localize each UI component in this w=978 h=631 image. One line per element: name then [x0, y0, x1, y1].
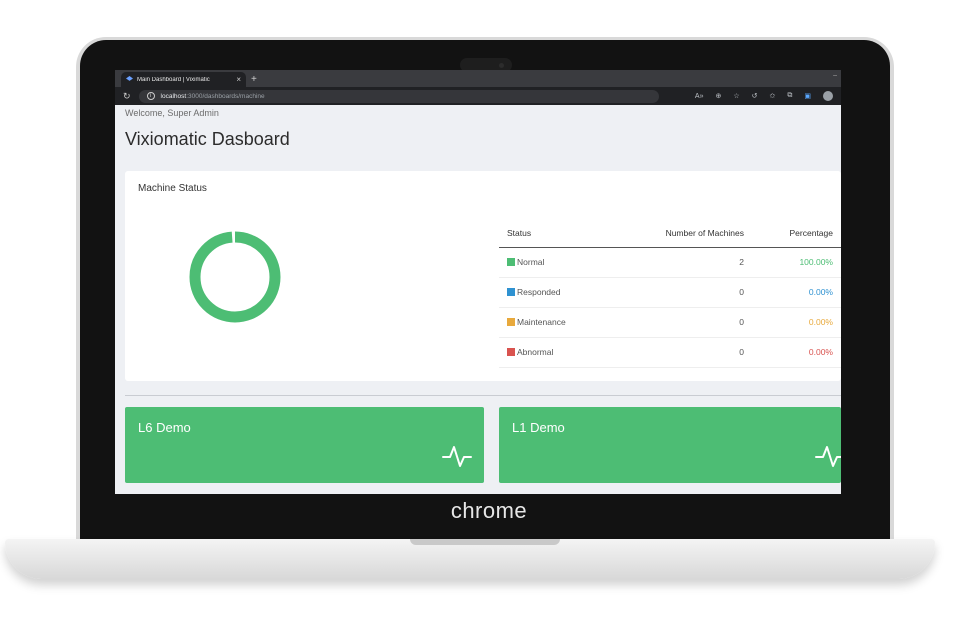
webcam-lens	[499, 63, 504, 68]
read-aloud-icon[interactable]: A»	[695, 93, 704, 100]
status-swatch	[507, 288, 515, 296]
line-name: L6 Demo	[138, 420, 191, 435]
status-label: Responded	[517, 287, 561, 297]
machine-status-table: Status Number of Machines Percentage Nor…	[499, 219, 841, 368]
line-card-l1-demo[interactable]: L1 Demo	[499, 407, 841, 483]
activity-icon	[442, 446, 472, 467]
reload-icon[interactable]: ↻	[123, 91, 131, 102]
machine-count: 0	[610, 307, 752, 338]
status-swatch	[507, 258, 515, 266]
laptop-screen: Main Dashboard | Viximatic × + – ↻ i loc…	[115, 70, 841, 494]
machine-status-card: Machine Status Status Number of Machines…	[125, 171, 841, 381]
table-row: Responded 0 0.00%	[499, 277, 841, 308]
status-label: Normal	[517, 257, 545, 267]
machine-count: 0	[610, 337, 752, 368]
url-host: localhost	[160, 92, 187, 100]
status-label: Maintenance	[517, 317, 566, 327]
site-favicon-icon	[126, 76, 133, 81]
collections-icon[interactable]: ⧉	[787, 92, 792, 100]
line-card-l6-demo[interactable]: L6 Demo	[125, 407, 484, 483]
column-header: Percentage	[751, 219, 841, 248]
percentage: 0.00%	[751, 277, 841, 308]
status-label: Abnormal	[517, 347, 554, 357]
toolbar-icons: A» ⊕ ☆ ↺ ✩ ⧉ ▣	[695, 91, 833, 101]
percentage: 100.00%	[751, 247, 841, 278]
welcome-text: Welcome, Super Admin	[125, 108, 219, 118]
profile-avatar[interactable]	[823, 91, 833, 101]
table-header-row: Status Number of Machines Percentage	[499, 219, 841, 248]
refresh-page-icon[interactable]: ↺	[752, 92, 758, 100]
site-info-icon[interactable]: i	[146, 92, 155, 100]
page-title: Vixiomatic Dasboard	[125, 129, 290, 149]
close-tab-icon[interactable]: ×	[236, 75, 241, 84]
column-header: Number of Machines	[610, 219, 752, 248]
column-header: Status	[499, 219, 611, 248]
donut-normal-segment	[189, 231, 281, 323]
machine-count: 2	[610, 247, 752, 278]
status-swatch	[507, 348, 515, 356]
tab-title: Main Dashboard | Viximatic	[137, 76, 210, 83]
section-divider	[125, 395, 841, 396]
url-text: localhost:3000/dashboards/machine	[161, 93, 265, 100]
zoom-icon[interactable]: ⊕	[715, 92, 721, 100]
machine-count: 0	[610, 277, 752, 308]
extension-icon[interactable]: ▣	[804, 92, 811, 100]
browser-tabbar: Main Dashboard | Viximatic × + –	[115, 70, 841, 87]
add-favorite-icon[interactable]: ☆	[733, 92, 739, 100]
favorites-icon[interactable]: ✩	[770, 92, 776, 100]
browser-toolbar: ↻ i localhost:3000/dashboards/machine A»…	[115, 87, 841, 105]
stage: Main Dashboard | Viximatic × + – ↻ i loc…	[0, 0, 978, 631]
table-row: Abnormal 0 0.00%	[499, 337, 841, 368]
minimize-window-icon[interactable]: –	[833, 72, 837, 79]
laptop-brand-label: chrome	[450, 498, 528, 523]
table-row: Normal 2 100.00%	[499, 247, 841, 278]
new-tab-button[interactable]: +	[251, 74, 257, 85]
laptop-base	[5, 539, 935, 579]
laptop-base-notch	[410, 539, 560, 545]
percentage: 0.00%	[751, 337, 841, 368]
machine-status-donut	[189, 231, 281, 323]
percentage: 0.00%	[751, 307, 841, 338]
card-title: Machine Status	[138, 183, 207, 194]
activity-icon	[815, 446, 841, 467]
line-name: L1 Demo	[512, 420, 565, 435]
status-swatch	[507, 318, 515, 326]
url-path: :3000/dashboards/machine	[186, 92, 265, 100]
table-row: Maintenance 0 0.00%	[499, 307, 841, 338]
dashboard-page: Welcome, Super Admin Vixiomatic Dasboard…	[115, 105, 841, 494]
address-bar[interactable]: i localhost:3000/dashboards/machine	[138, 89, 659, 103]
browser-tab[interactable]: Main Dashboard | Viximatic ×	[121, 72, 246, 87]
